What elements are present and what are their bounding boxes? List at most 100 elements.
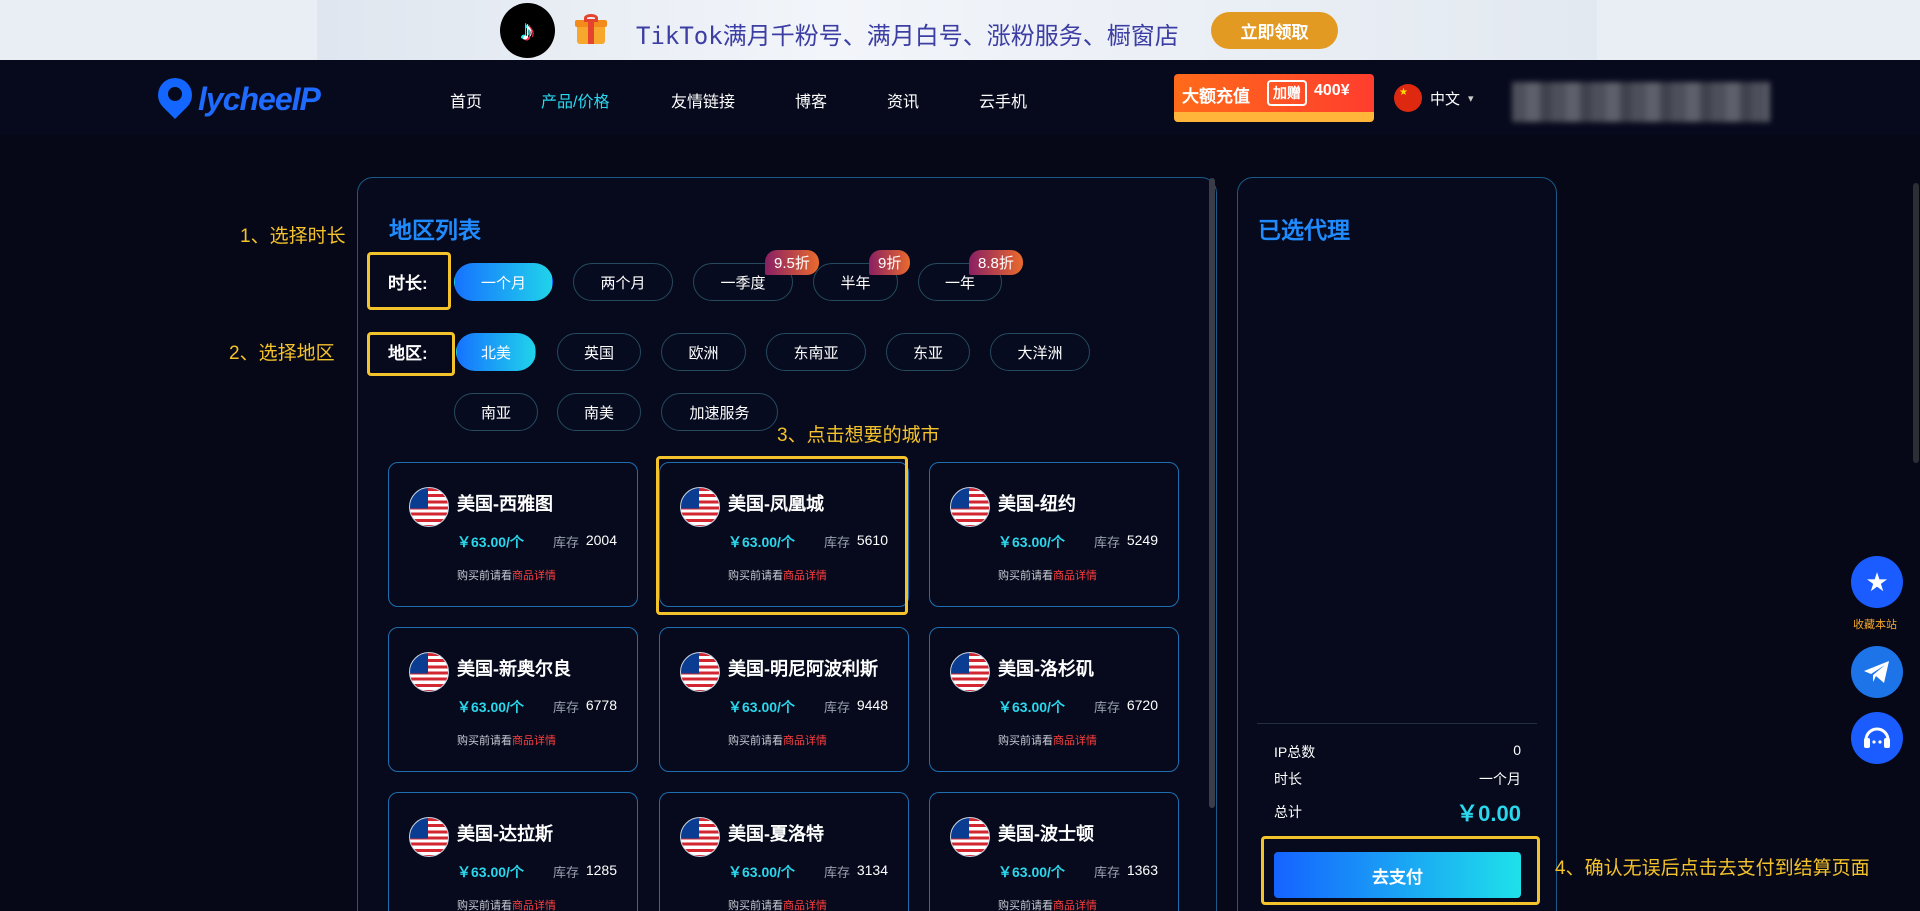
summary-total: 总计 ￥0.00	[1274, 796, 1521, 828]
city-name: 美国-洛杉矶	[998, 659, 1094, 679]
city-card[interactable]: 美国-西雅图 ￥63.00/个 库存 2004 购买前请看商品详情	[388, 462, 638, 607]
stock-label: 库存	[824, 865, 851, 880]
region-south-america[interactable]: 南美	[557, 393, 641, 431]
city-name: 美国-达拉斯	[457, 824, 553, 844]
recharge-banner[interactable]: 大额充值 加赠 400¥	[1174, 74, 1374, 122]
region-uk[interactable]: 英国	[557, 333, 641, 371]
duration-2-months[interactable]: 两个月	[573, 263, 673, 301]
nav-item-blog[interactable]: 博客	[795, 88, 827, 112]
region-europe[interactable]: 欧洲	[661, 333, 746, 371]
discount-badge-1-year: 8.8折	[969, 250, 1023, 275]
us-flag-icon	[950, 487, 990, 527]
product-details-link[interactable]: 商品详情	[783, 735, 827, 747]
product-details-link[interactable]: 商品详情	[512, 900, 556, 911]
nav-item-news[interactable]: 资讯	[887, 88, 919, 112]
nav-item-cloud-phone[interactable]: 云手机	[979, 88, 1027, 112]
us-flag-icon	[409, 817, 449, 857]
promo-banner[interactable]: ♪ TikTok满月千粉号、满月白号、涨粉服务、橱窗店 立即领取	[0, 0, 1920, 60]
city-card[interactable]: 美国-新奥尔良 ￥63.00/个 库存 6778 购买前请看商品详情	[388, 627, 638, 772]
city-price: ￥63.00/个	[457, 534, 524, 550]
gift-icon	[575, 14, 607, 44]
region-panel-title: 地区列表	[389, 217, 481, 243]
city-card[interactable]: 美国-夏洛特 ￥63.00/个 库存 3134 购买前请看商品详情	[659, 792, 909, 911]
site-logo[interactable]: lycheeIP	[150, 70, 321, 121]
region-east-asia[interactable]: 东亚	[886, 333, 970, 371]
language-selector[interactable]: 中文 ▾	[1394, 84, 1474, 112]
language-label: 中文	[1430, 90, 1461, 108]
nav-item-home[interactable]: 首页	[450, 88, 482, 112]
duration-1-month[interactable]: 一个月	[454, 263, 553, 301]
recharge-bar	[1174, 112, 1374, 122]
summary-duration: 时长 一个月	[1274, 771, 1521, 787]
annotation-step1: 1、选择时长	[240, 226, 346, 247]
summary-divider	[1257, 723, 1537, 724]
purchase-tip: 购买前请看商品详情	[728, 735, 827, 747]
region-oceania[interactable]: 大洋洲	[990, 333, 1090, 371]
product-details-link[interactable]: 商品详情	[512, 570, 556, 582]
city-price: ￥63.00/个	[457, 699, 524, 715]
pay-button[interactable]: 去支付	[1274, 852, 1521, 898]
telegram-icon	[1864, 661, 1889, 683]
us-flag-icon	[950, 652, 990, 692]
city-price: ￥63.00/个	[998, 534, 1065, 550]
region-north-america[interactable]: 北美	[456, 333, 536, 371]
city-card[interactable]: 美国-洛杉矶 ￥63.00/个 库存 6720 购买前请看商品详情	[929, 627, 1179, 772]
top-nav: lycheeIP 首页 产品/价格 友情链接 博客 资讯 云手机 大额充值 加赠…	[0, 60, 1920, 135]
purchase-tip: 购买前请看商品详情	[457, 735, 556, 747]
stock-label: 库存	[553, 865, 580, 880]
recharge-badge: 加赠	[1267, 80, 1307, 106]
city-card[interactable]: 美国-纽约 ￥63.00/个 库存 5249 购买前请看商品详情	[929, 462, 1179, 607]
discount-badge-half-year: 9折	[869, 250, 911, 275]
nav-item-links[interactable]: 友情链接	[671, 88, 735, 112]
stock-label: 库存	[824, 700, 851, 715]
headset-icon	[1864, 727, 1890, 748]
product-details-link[interactable]: 商品详情	[1053, 735, 1097, 747]
stock-value: 1285	[585, 862, 617, 878]
city-name: 美国-西雅图	[457, 494, 553, 514]
page-scrollbar[interactable]	[1913, 183, 1919, 463]
stock-value: 2004	[585, 532, 617, 548]
promo-claim-button[interactable]: 立即领取	[1211, 12, 1338, 49]
product-details-link[interactable]: 商品详情	[512, 735, 556, 747]
product-details-link[interactable]: 商品详情	[783, 900, 827, 911]
city-card[interactable]: 美国-波士顿 ￥63.00/个 库存 1363 购买前请看商品详情	[929, 792, 1179, 911]
city-card[interactable]: 美国-达拉斯 ￥63.00/个 库存 1285 购买前请看商品详情	[388, 792, 638, 911]
stock-value: 6720	[1126, 697, 1158, 713]
region-southeast-asia[interactable]: 东南亚	[766, 333, 866, 371]
city-price: ￥63.00/个	[728, 699, 795, 715]
region-south-asia[interactable]: 南亚	[454, 393, 538, 431]
city-name: 美国-纽约	[998, 494, 1076, 514]
duration-label: 时长:	[388, 274, 428, 293]
favorite-star-button[interactable]: ★	[1851, 556, 1903, 608]
city-card[interactable]: 美国-明尼阿波利斯 ￥63.00/个 库存 9448 购买前请看商品详情	[659, 627, 909, 772]
city-name: 美国-明尼阿波利斯	[728, 659, 878, 679]
annotation-step2: 2、选择地区	[229, 343, 335, 364]
stock-value: 3134	[856, 862, 888, 878]
purchase-tip: 购买前请看商品详情	[998, 735, 1097, 747]
city-name: 美国-夏洛特	[728, 824, 824, 844]
nav-item-products[interactable]: 产品/价格	[541, 88, 609, 112]
us-flag-icon	[680, 652, 720, 692]
recharge-amount: 400¥	[1314, 82, 1350, 99]
us-flag-icon	[409, 652, 449, 692]
product-details-link[interactable]: 商品详情	[1053, 900, 1097, 911]
us-flag-icon	[950, 817, 990, 857]
customer-service-button[interactable]	[1851, 712, 1903, 764]
stock-value: 1363	[1126, 862, 1158, 878]
city-card-highlight	[656, 456, 908, 615]
summary-ip-total: IP总数 0	[1274, 742, 1521, 760]
purchase-tip: 购买前请看商品详情	[728, 900, 827, 911]
recharge-text: 大额充值	[1182, 87, 1250, 106]
region-panel-scrollbar[interactable]	[1209, 178, 1215, 808]
stock-value: 9448	[856, 697, 888, 713]
duration-value: 一个月	[1479, 771, 1521, 787]
region-acceleration[interactable]: 加速服务	[661, 393, 778, 431]
telegram-button[interactable]	[1851, 646, 1903, 698]
purchase-tip: 购买前请看商品详情	[998, 900, 1097, 911]
china-flag-icon	[1394, 84, 1422, 112]
user-account-blurred[interactable]	[1512, 82, 1770, 122]
product-details-link[interactable]: 商品详情	[1053, 570, 1097, 582]
region-label: 地区:	[388, 344, 428, 363]
stock-label: 库存	[1094, 865, 1121, 880]
tiktok-icon: ♪	[500, 3, 555, 58]
